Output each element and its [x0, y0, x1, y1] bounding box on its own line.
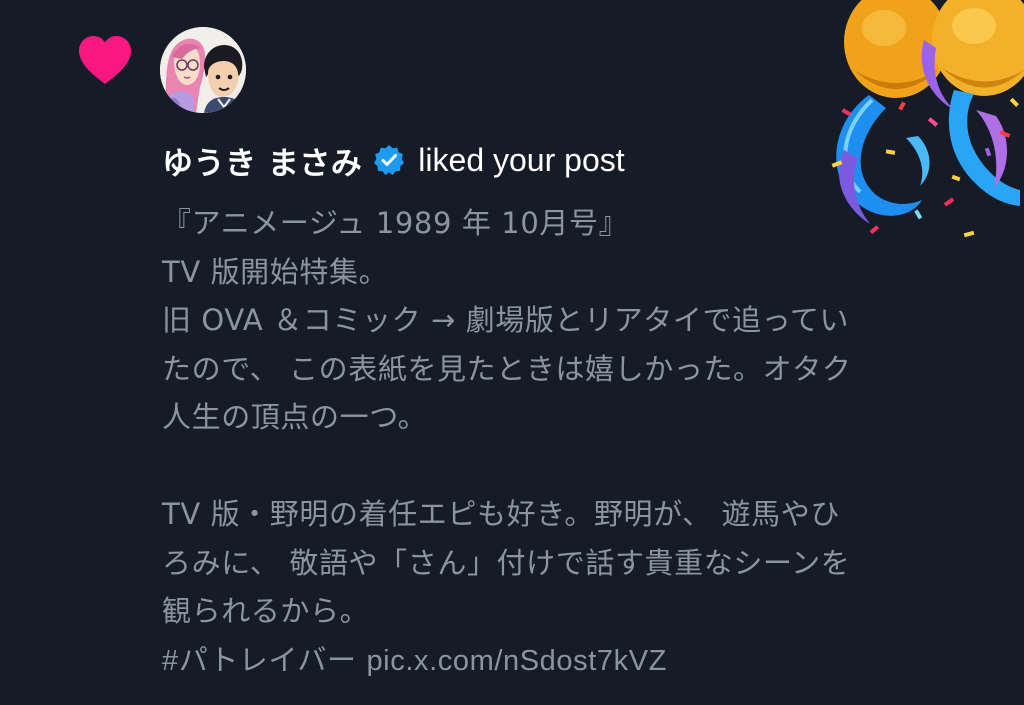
media-link[interactable]: pic.x.com/nSdost7kVZ: [366, 645, 667, 677]
heart-icon: [76, 34, 134, 86]
post-line: TV 版・野明の着任エピも好き。野明が、 遊馬やひ: [162, 497, 840, 531]
post-line: 観られるから。: [162, 594, 370, 628]
post-line: TV 版開始特集。: [162, 254, 389, 289]
post-line: 人生の頂点の一つ。: [162, 400, 428, 434]
post-line: たので、 この表紙を見たときは嬉しかった。オタク: [162, 351, 852, 386]
user-name[interactable]: ゆうき まさみ: [162, 138, 362, 183]
hashtag-link[interactable]: #パトレイバー: [162, 645, 357, 677]
like-notification[interactable]: ゆうき まさみ liked your post 『アニメージュ 1989 年 1…: [0, 0, 1024, 705]
post-text[interactable]: 『アニメージュ 1989 年 10月号』 TV 版開始特集。 旧 OVA ＆コミ…: [162, 199, 992, 684]
post-blank-line: [162, 442, 992, 491]
verified-badge-icon: [372, 143, 406, 177]
action-text: liked your post: [418, 141, 625, 178]
confetti-balloon-icon: [824, 0, 1024, 245]
avatar[interactable]: [160, 27, 246, 113]
post-line: 旧 OVA ＆コミック → 劇場版とリアタイで追ってい: [162, 303, 850, 337]
post-line: ろみに、 敬語や「さん」付けで話す貴重なシーンを: [162, 545, 851, 580]
notification-headline: ゆうき まさみ liked your post: [162, 136, 625, 184]
post-last-line: #パトレイバー pic.x.com/nSdost7kVZ: [162, 636, 992, 685]
